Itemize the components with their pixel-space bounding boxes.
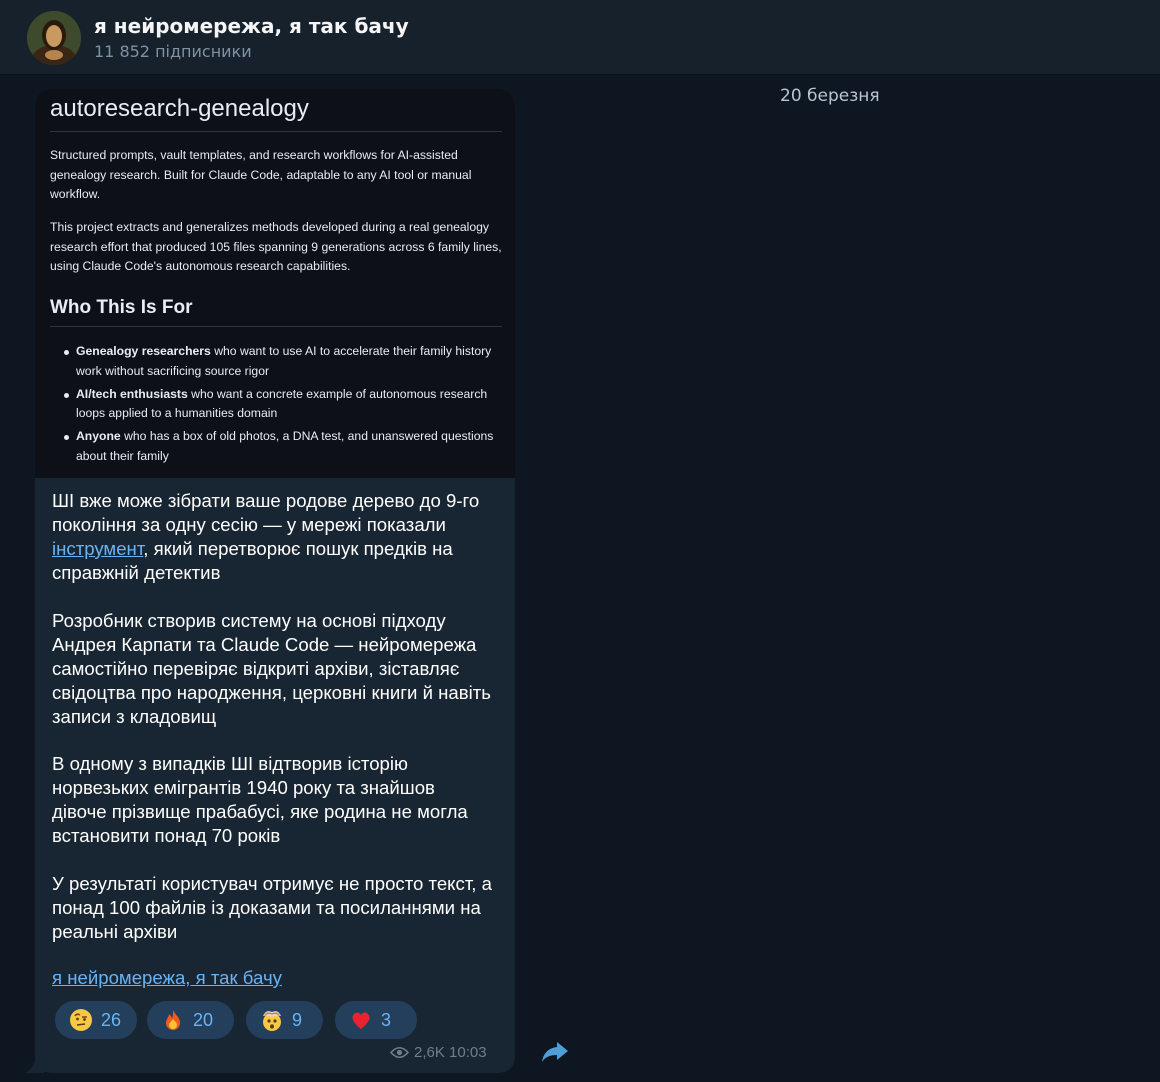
list-item-bold: Anyone [76,429,121,444]
preview-divider [50,326,502,327]
preview-list-item: Anyone who has a box of old photos, a DN… [60,427,500,467]
reaction-raised-eyebrow[interactable]: 26 [55,1001,137,1039]
preview-list: Genealogy researchers who want to use AI… [60,342,500,470]
message-paragraph: Розробник створив систему на основі підх… [52,609,491,727]
list-item-bold: Genealogy researchers [76,344,211,358]
red-heart-emoji [352,1012,370,1029]
reaction-count: 20 [193,1009,214,1030]
channel-avatar[interactable] [27,11,81,65]
raised-eyebrow-emoji [70,1009,92,1031]
message-paragraph: В одному з випадків ШІ відтворив історію… [52,753,468,846]
preview-paragraph: This project extracts and generalizes me… [50,220,502,274]
reaction-fire[interactable]: 20 [147,1001,234,1039]
subscriber-count: 11 852 підписники [94,42,252,61]
eye-icon [390,1046,409,1059]
exploding-head-emoji [263,1011,281,1031]
preview-title: autoresearch-genealogy [50,95,309,122]
text-span: ШІ вже може зібрати ваше родове дерево д… [52,490,480,535]
preview-list-item: Genealogy researchers who want to use AI… [60,342,500,382]
message-meta: 2,6K 10:03 [390,1044,487,1061]
reaction-heart[interactable]: 3 [335,1001,417,1039]
preview-divider [50,131,502,132]
message-bubble: autoresearch-genealogy Structured prompt… [35,89,515,1073]
message-paragraph: ШІ вже може зібрати ваше родове дерево д… [52,489,492,585]
message-paragraph: У результаті користувач отримує не прост… [52,872,492,942]
fire-emoji [166,1010,180,1030]
views-and-time: 2,6K 10:03 [414,1044,487,1061]
forward-icon[interactable] [538,1035,572,1069]
reaction-count: 3 [381,1009,392,1030]
reaction-count: 9 [292,1009,303,1030]
chat-header: я нейромережа, я так бачу 11 852 підписн… [0,0,1160,75]
preview-heading: Who This Is For [50,297,193,318]
preview-paragraph: Structured prompts, vault templates, and… [50,148,472,202]
list-item-bold: AI/tech enthusiasts [76,386,188,401]
channel-signature-link[interactable]: я нейромережа, я так бачу [52,967,282,989]
link-preview-image[interactable]: autoresearch-genealogy Structured prompt… [35,89,515,478]
reaction-exploding-head[interactable]: 9 [246,1001,323,1039]
preview-list-item: AI/tech enthusiasts who want a concrete … [60,385,500,425]
tool-link[interactable]: інструмент [52,538,143,559]
channel-title[interactable]: я нейромережа, я так бачу [94,14,409,38]
message-text: ШІ вже може зібрати ваше родове дерево д… [52,489,492,967]
reaction-count: 26 [101,1009,122,1030]
list-item-text: who has a box of old photos, a DNA test,… [76,429,494,463]
date-separator: 20 березня [780,86,880,106]
